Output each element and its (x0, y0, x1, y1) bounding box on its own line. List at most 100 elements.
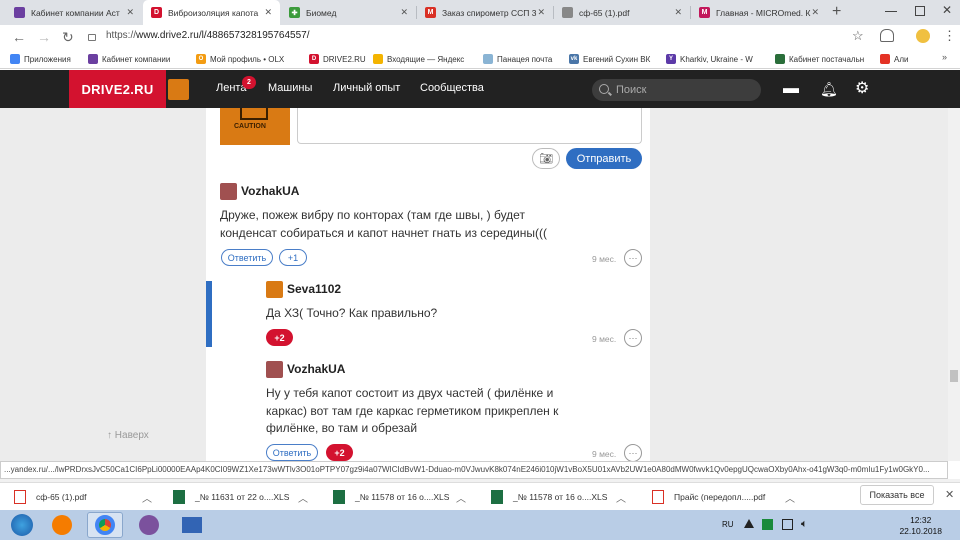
comment-textarea[interactable] (297, 108, 642, 144)
download-item[interactable]: сф-65 (1).pdf ︿ (14, 488, 152, 506)
tab-close-icon[interactable]: ✕ (264, 7, 272, 18)
browser-tab-active[interactable]: D Виброизоляция капота ✕ (143, 0, 280, 25)
vote-button[interactable]: +2 (266, 329, 293, 346)
taskbar-chrome[interactable] (87, 512, 123, 538)
chevron-up-icon: ︿ (142, 493, 152, 505)
download-item[interactable]: _№ 11578 от 16 о....XLS ︿ (491, 488, 626, 506)
comment-author[interactable]: VozhakUA (287, 362, 345, 376)
tab-title: Виброизоляция капота (168, 7, 259, 18)
browser-tab[interactable]: M Главная - MICROmed. К ✕ (691, 0, 827, 25)
extension-icon[interactable] (880, 29, 894, 42)
nav-experience[interactable]: Личный опыт (333, 82, 400, 94)
xls-file-icon (491, 490, 503, 504)
bookmark-item[interactable]: D DRIVE2.RU (309, 52, 366, 66)
tray-app-icon[interactable] (762, 519, 773, 530)
network-icon[interactable] (782, 519, 793, 530)
user-avatar[interactable] (168, 79, 189, 100)
maximize-icon[interactable] (915, 6, 925, 16)
more-options-icon[interactable]: ··· (624, 444, 642, 462)
bookmark-item[interactable]: Кабинет компании (88, 52, 170, 66)
scrollbar-thumb[interactable] (950, 370, 958, 382)
search-input[interactable]: Поиск (592, 79, 761, 101)
input-language[interactable]: RU (722, 520, 734, 529)
comment-time: 9 мес. (592, 449, 617, 459)
forward-icon[interactable]: → (37, 29, 51, 45)
comment-avatar[interactable] (266, 361, 283, 378)
tab-close-icon[interactable]: ✕ (674, 7, 682, 18)
download-item[interactable]: _№ 11578 от 16 о....XLS ︿ (333, 488, 466, 506)
browser-tab[interactable]: сф-65 (1).pdf ✕ (554, 0, 690, 25)
taskbar-app[interactable] (174, 512, 210, 538)
tab-close-icon[interactable]: ✕ (811, 7, 819, 18)
comment-author[interactable]: VozhakUA (241, 184, 299, 198)
bookmark-favicon-icon: Y (666, 54, 676, 64)
more-options-icon[interactable]: ··· (624, 329, 642, 347)
reply-thread-indicator (206, 281, 212, 347)
pdf-file-icon (14, 490, 26, 504)
profile-avatar-icon[interactable] (916, 29, 930, 43)
close-downloads-icon[interactable]: ✕ (945, 488, 954, 501)
page-scrollbar[interactable] (948, 108, 960, 461)
download-item[interactable]: _№ 11631 от 22 о....XLS ︿ (173, 488, 308, 506)
browser-tab[interactable]: ✚ Биомед ✕ (281, 0, 416, 25)
taskbar-viber[interactable] (131, 512, 167, 538)
bookmark-item[interactable]: vk Евгений Сухин ВК (569, 52, 650, 66)
send-button[interactable]: Отправить (566, 148, 642, 169)
show-all-downloads-button[interactable]: Показать все (860, 485, 934, 505)
attach-photo-button[interactable]: 📷︎ (532, 148, 560, 169)
vote-button[interactable]: +2 (326, 444, 353, 461)
system-clock[interactable]: 12:32 22.10.2018 (899, 515, 942, 537)
feed-notification-badge: 2 (242, 76, 256, 89)
tab-title: Заказ спирометр ССП 3 (442, 7, 537, 18)
volume-icon[interactable]: 🔈︎ (801, 518, 808, 531)
back-icon[interactable]: ← (12, 29, 26, 45)
settings-gear-icon[interactable]: ⚙ (855, 80, 869, 98)
minimize-icon[interactable] (885, 11, 897, 12)
bookmark-star-icon[interactable]: ☆ (852, 28, 864, 44)
drive2-logo[interactable]: DRIVE2.RU (69, 70, 166, 108)
url-scheme: https:// (106, 30, 137, 41)
windows-logo-icon (11, 514, 33, 536)
bookmark-item[interactable]: Y Kharkiv, Ukraine - W (666, 52, 753, 66)
tab-close-icon[interactable]: ✕ (126, 7, 134, 18)
scroll-to-top-link[interactable]: ↑ Наверх (107, 430, 149, 441)
comment-author[interactable]: Seva1102 (287, 282, 341, 296)
browser-tab[interactable]: Кабинет компании Аст ✕ (6, 0, 142, 25)
reload-icon[interactable]: ↻ (62, 29, 74, 45)
nav-cars[interactable]: Машины (268, 82, 312, 94)
bookmark-item[interactable]: Кабинет постачальн (775, 52, 864, 66)
bookmark-item[interactable]: Входящие — Яндекс (373, 52, 464, 66)
bookmark-favicon-icon: O (196, 54, 206, 64)
bookmark-item[interactable]: Али (880, 52, 908, 66)
bookmarks-overflow-icon[interactable]: » (942, 52, 947, 62)
comment-avatar[interactable] (266, 281, 283, 298)
tab-close-icon[interactable]: ✕ (537, 7, 545, 18)
window-close-icon[interactable]: ✕ (942, 3, 952, 17)
nav-communities[interactable]: Сообщества (420, 82, 484, 94)
tab-favicon-icon: ✚ (289, 7, 300, 18)
notifications-bell-icon[interactable]: 🔔︎ (820, 80, 838, 98)
bookmark-favicon-icon: vk (569, 54, 579, 64)
start-button[interactable] (4, 512, 40, 538)
new-tab-icon[interactable]: + (832, 3, 841, 21)
browser-tab[interactable]: M Заказ спирометр ССП 3 ✕ (417, 0, 553, 25)
taskbar-app[interactable] (44, 512, 80, 538)
url-field[interactable]: https://www.drive2.ru/l/4886573281957645… (106, 30, 309, 41)
bookmark-item[interactable]: O Мой профиль • OLX (196, 52, 284, 66)
download-item[interactable]: Прайс (передопл.....pdf ︿ (652, 488, 795, 506)
reply-button[interactable]: Ответить (266, 444, 318, 461)
tab-favicon-icon (14, 7, 25, 18)
tray-expand-icon[interactable] (744, 519, 754, 528)
messages-icon[interactable]: ▬ (783, 80, 799, 98)
bookmark-apps[interactable]: Приложения (10, 52, 71, 66)
vote-button[interactable]: +1 (279, 249, 307, 266)
comment-time: 9 мес. (592, 334, 617, 344)
tab-close-icon[interactable]: ✕ (400, 7, 408, 18)
camera-icon: 📷︎ (539, 153, 553, 165)
bookmark-item[interactable]: Панацея почта (483, 52, 552, 66)
reply-button[interactable]: Ответить (221, 249, 273, 266)
menu-dots-icon[interactable]: ⋮ (943, 28, 956, 43)
more-options-icon[interactable]: ··· (624, 249, 642, 267)
right-gutter (650, 108, 948, 461)
comment-avatar[interactable] (220, 183, 237, 200)
